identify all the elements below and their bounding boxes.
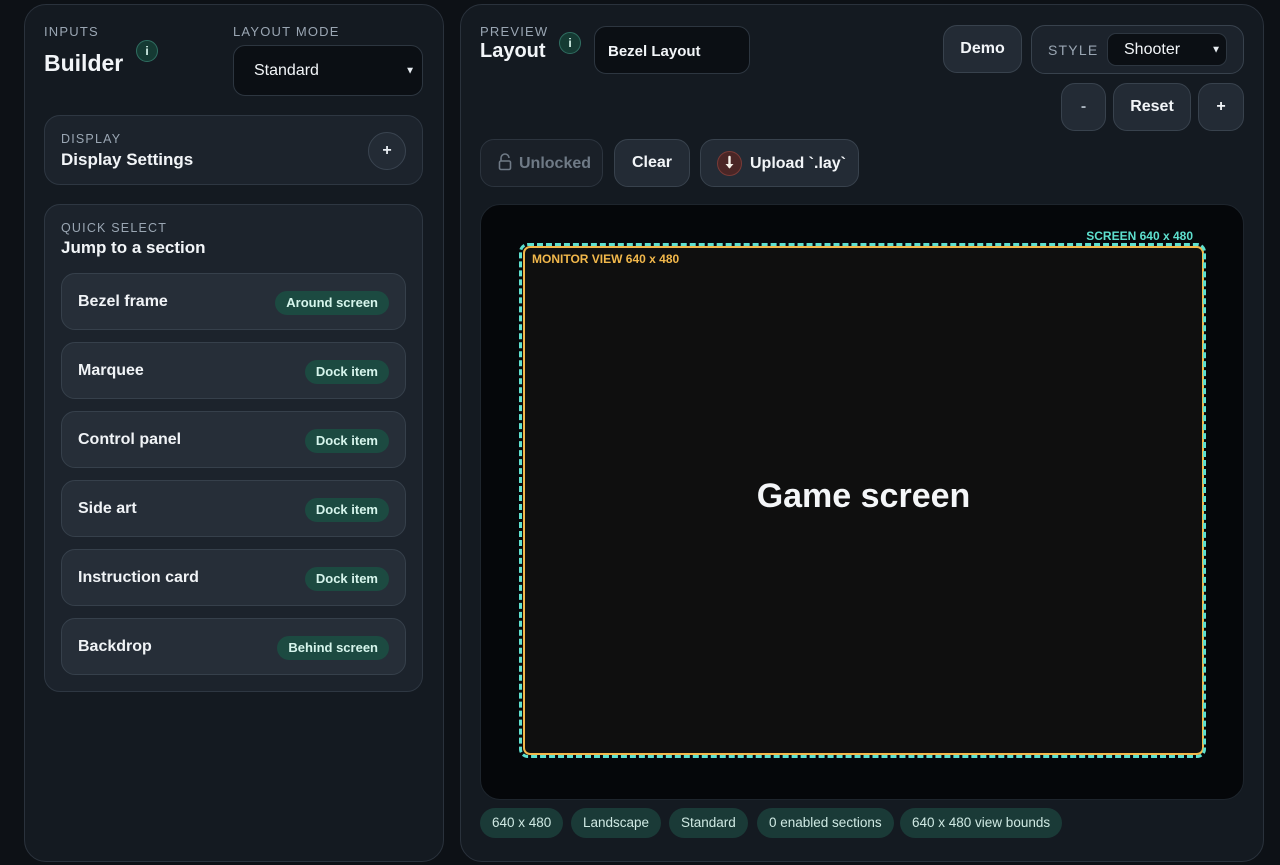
- screen-size-label: SCREEN 640 x 480: [1086, 229, 1193, 243]
- download-arrow-icon: [717, 151, 742, 176]
- preview-canvas[interactable]: SCREEN 640 x 480 MONITOR VIEW 640 x 480 …: [480, 204, 1244, 800]
- status-chip-sections: 0 enabled sections: [757, 808, 894, 838]
- quick-select-item-label: Instruction card: [78, 569, 199, 586]
- lock-toggle-label: Unlocked: [519, 155, 592, 172]
- quick-select-item-marquee[interactable]: Marquee Dock item: [61, 342, 406, 399]
- layout-mode-select[interactable]: Standard: [233, 45, 423, 96]
- upload-lay-button[interactable]: Upload `.lay`: [700, 139, 859, 187]
- style-select-wrap[interactable]: Shooter ▼: [1107, 33, 1227, 66]
- layout-mode-select-wrap[interactable]: Standard ▼: [233, 45, 423, 96]
- quick-select-item-tag: Dock item: [304, 429, 389, 453]
- layout-mode-label: LAYOUT MODE: [233, 24, 340, 39]
- lock-open-icon: [498, 153, 512, 176]
- quick-select-item-tag: Dock item: [304, 498, 389, 522]
- quick-select-item-tag: Behind screen: [277, 636, 389, 660]
- lock-toggle-button[interactable]: Unlocked: [480, 139, 603, 187]
- quick-select-item-label: Bezel frame: [78, 293, 168, 310]
- style-label: STYLE: [1048, 42, 1099, 58]
- expand-display-button[interactable]: +: [368, 132, 406, 170]
- reset-button[interactable]: Reset: [1113, 83, 1191, 131]
- status-chip-resolution: 640 x 480: [480, 808, 564, 838]
- display-eyebrow: DISPLAY: [61, 132, 122, 146]
- quick-select-item-label: Control panel: [78, 431, 182, 448]
- quick-select-item-label: Marquee: [78, 362, 144, 379]
- upload-label: Upload `.lay`: [750, 155, 847, 172]
- quick-select-item-bezel-frame[interactable]: Bezel frame Around screen: [61, 273, 406, 330]
- status-chip-orientation: Landscape: [571, 808, 662, 838]
- builder-info-icon[interactable]: i: [136, 40, 158, 62]
- quick-select-item-control-panel[interactable]: Control panel Dock item: [61, 411, 406, 468]
- status-chip-view-bounds: 640 x 480 view bounds: [900, 808, 1063, 838]
- preview-eyebrow: PREVIEW: [480, 24, 549, 39]
- demo-button[interactable]: Demo: [943, 25, 1022, 73]
- quick-select-item-tag: Dock item: [304, 567, 389, 591]
- zoom-out-button[interactable]: -: [1061, 83, 1106, 131]
- quick-select-item-backdrop[interactable]: Backdrop Behind screen: [61, 618, 406, 675]
- zoom-in-button[interactable]: +: [1198, 83, 1244, 131]
- game-screen-label: Game screen: [756, 477, 971, 515]
- style-control: STYLE Shooter ▼: [1031, 25, 1244, 74]
- quick-select-card: QUICK SELECT Jump to a section Bezel fra…: [44, 204, 423, 692]
- quick-select-item-side-art[interactable]: Side art Dock item: [61, 480, 406, 537]
- quick-select-item-label: Backdrop: [78, 638, 152, 655]
- quick-select-title: Jump to a section: [61, 238, 206, 257]
- preview-panel: PREVIEW Layout i Bezel Layout Demo STYLE…: [460, 4, 1264, 862]
- monitor-view-label: MONITOR VIEW 640 x 480: [532, 252, 680, 266]
- quick-select-item-tag: Dock item: [304, 360, 389, 384]
- layout-name-field[interactable]: Bezel Layout: [594, 26, 750, 74]
- quick-select-item-label: Side art: [78, 500, 137, 517]
- quick-select-item-instruction-card[interactable]: Instruction card Dock item: [61, 549, 406, 606]
- quick-select-item-tag: Around screen: [275, 291, 389, 315]
- layout-name-value: Bezel Layout: [608, 43, 701, 60]
- builder-eyebrow: INPUTS: [44, 24, 99, 39]
- style-select[interactable]: Shooter: [1107, 33, 1227, 66]
- display-settings-card[interactable]: DISPLAY Display Settings +: [44, 115, 423, 185]
- quick-select-eyebrow: QUICK SELECT: [61, 221, 168, 235]
- builder-title: Builder: [44, 50, 124, 76]
- display-title: Display Settings: [61, 150, 194, 169]
- preview-title: Layout: [480, 40, 546, 62]
- status-chip-mode: Standard: [669, 808, 748, 838]
- clear-button[interactable]: Clear: [614, 139, 690, 187]
- preview-info-icon[interactable]: i: [559, 32, 581, 54]
- builder-panel: INPUTS Builder i LAYOUT MODE Standard ▼ …: [24, 4, 444, 862]
